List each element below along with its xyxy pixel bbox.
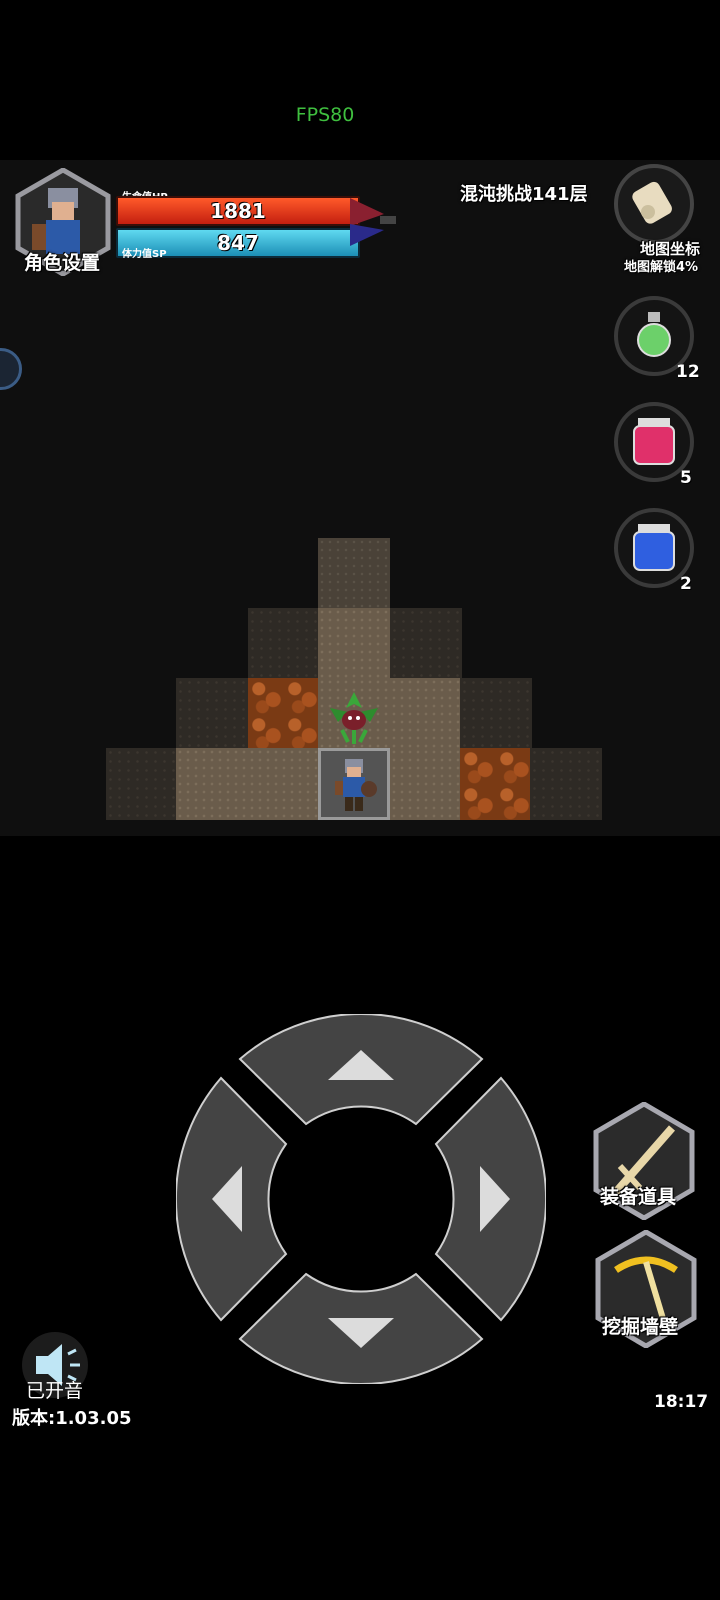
dirt-tile (390, 608, 462, 680)
dirt-tile (390, 748, 462, 820)
dirt-tile (318, 608, 390, 680)
rock-wall-tile (248, 678, 320, 750)
dig-wall-label: 挖掘墙壁 (602, 1316, 679, 1338)
hp-bar: 1881 (116, 196, 360, 226)
equip-items-label: 装备道具 (600, 1186, 677, 1208)
map-unlock-label: 地图解锁4% (624, 260, 699, 275)
dirt-tile (530, 748, 602, 820)
dirt-tile (390, 678, 462, 750)
version-label: 版本:1.03.05 (12, 1408, 132, 1429)
dirt-tile (248, 608, 320, 680)
sword-tip-icon (350, 192, 398, 252)
map-button[interactable] (614, 164, 694, 244)
green-potion-count: 12 (676, 362, 700, 382)
character-settings-label: 角色设置 (24, 252, 101, 274)
direction-pad (174, 1012, 548, 1386)
dirt-tile (248, 748, 320, 820)
clock-label: 18:17 (654, 1392, 709, 1412)
red-potion-count: 5 (680, 468, 692, 488)
plant-monster-icon (330, 692, 378, 744)
hp-value: 1881 (210, 199, 266, 223)
player-icon (335, 759, 377, 811)
dirt-tile (460, 678, 532, 750)
rock-wall-tile (460, 748, 532, 820)
sp-label: 体力值SP (122, 249, 167, 260)
fps-counter: FPS80 (295, 104, 355, 126)
sound-status-label: 已开音 (26, 1380, 84, 1402)
dirt-tile (176, 748, 248, 820)
floor-label: 混沌挑战141层 (460, 184, 588, 205)
dirt-tile (176, 678, 248, 750)
dirt-tile (106, 748, 178, 820)
scroll-map-icon (632, 181, 672, 224)
monster-tile (318, 678, 390, 750)
blue-potion-count: 2 (680, 574, 692, 594)
player-tile (318, 748, 390, 820)
dirt-tile (318, 538, 390, 610)
